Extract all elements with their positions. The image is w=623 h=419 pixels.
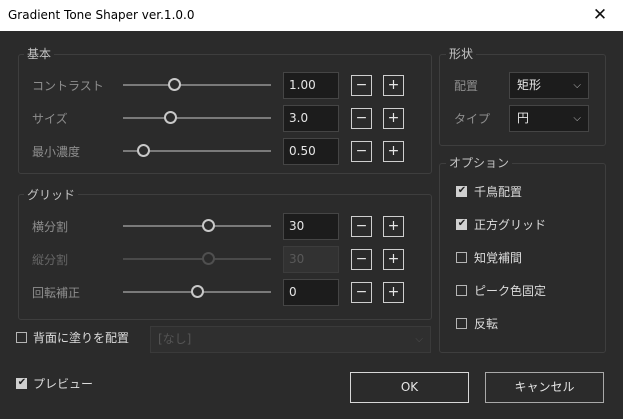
rotation-correction-input[interactable]: 0 — [283, 279, 339, 306]
chevron-down-icon: ⌵ — [573, 113, 581, 124]
horizontal-division-decrement-button[interactable]: − — [351, 216, 372, 237]
horizontal-division-label: 横分割 — [32, 220, 69, 234]
shape-group — [439, 54, 606, 146]
preview-checkbox[interactable]: ✔ — [16, 377, 27, 389]
grid-group-label: グリッド — [24, 188, 79, 202]
rotation-correction-decrement-button[interactable]: − — [351, 282, 372, 303]
ok-button[interactable]: OK — [350, 372, 469, 403]
vertical-division-slider-track — [123, 258, 271, 260]
options-group-label: オプション — [446, 156, 513, 170]
size-label: サイズ — [32, 112, 68, 126]
background-fill-checkbox[interactable] — [16, 332, 27, 343]
vertical-division-label: 縦分割 — [32, 253, 69, 267]
rotation-correction-label: 回転補正 — [32, 286, 81, 300]
horizontal-division-input[interactable]: 30 — [283, 213, 339, 240]
contrast-input[interactable]: 1.00 — [283, 72, 339, 99]
size-slider-track[interactable] — [123, 117, 271, 119]
placement-select[interactable]: 矩形 ⌵ — [509, 72, 589, 99]
contrast-decrement-button[interactable]: − — [351, 75, 372, 96]
rotation-correction-slider-thumb[interactable] — [190, 285, 204, 298]
type-label: タイプ — [454, 112, 491, 126]
basic-group-label: 基本 — [24, 47, 55, 61]
background-fill-select: [なし] ⌵ — [150, 326, 431, 353]
chevron-down-icon: ⌵ — [573, 80, 581, 91]
placement-label: 配置 — [454, 79, 479, 93]
window-title: Gradient Tone Shaper ver.1.0.0 — [8, 8, 195, 22]
peak-color-lock-label[interactable]: ピーク色固定 — [474, 284, 546, 298]
min-density-label: 最小濃度 — [32, 145, 81, 159]
contrast-slider-track[interactable] — [123, 84, 271, 86]
check-icon: ✔ — [17, 377, 27, 388]
min-density-input[interactable]: 0.50 — [283, 138, 339, 165]
min-density-increment-button[interactable]: + — [383, 141, 404, 162]
perceptual-interp-label[interactable]: 知覚補間 — [474, 251, 522, 265]
close-icon[interactable]: ✕ — [577, 0, 623, 31]
vertical-division-decrement-button[interactable]: − — [351, 249, 372, 270]
chevron-down-icon: ⌵ — [415, 334, 423, 345]
horizontal-division-increment-button[interactable]: + — [383, 216, 404, 237]
contrast-increment-button[interactable]: + — [383, 75, 404, 96]
horizontal-division-slider-track[interactable] — [123, 225, 271, 227]
rotation-correction-increment-button[interactable]: + — [383, 282, 404, 303]
preview-label[interactable]: プレビュー — [33, 377, 93, 391]
background-fill-value: [なし] — [158, 332, 192, 346]
type-select[interactable]: 円 ⌵ — [509, 105, 589, 132]
invert-checkbox[interactable] — [456, 318, 467, 329]
size-input[interactable]: 3.0 — [283, 105, 339, 132]
square-grid-label[interactable]: 正方グリッド — [474, 218, 546, 232]
check-icon: ✔ — [457, 218, 467, 229]
check-icon: ✔ — [457, 185, 467, 196]
shape-group-label: 形状 — [446, 47, 477, 61]
size-decrement-button[interactable]: − — [351, 108, 372, 129]
placement-value: 矩形 — [517, 78, 542, 92]
stagger-label[interactable]: 千鳥配置 — [474, 185, 522, 199]
contrast-label: コントラスト — [32, 79, 104, 93]
vertical-division-input: 30 — [283, 246, 339, 273]
stagger-checkbox[interactable]: ✔ — [456, 185, 467, 197]
title-bar: Gradient Tone Shaper ver.1.0.0 ✕ — [0, 0, 623, 31]
square-grid-checkbox[interactable]: ✔ — [456, 218, 467, 230]
size-slider-thumb[interactable] — [163, 111, 177, 124]
type-value: 円 — [517, 111, 530, 125]
background-fill-label[interactable]: 背面に塗りを配置 — [33, 331, 129, 345]
min-density-decrement-button[interactable]: − — [351, 141, 372, 162]
size-increment-button[interactable]: + — [383, 108, 404, 129]
invert-label[interactable]: 反転 — [474, 317, 498, 331]
vertical-division-increment-button[interactable]: + — [383, 249, 404, 270]
peak-color-lock-checkbox[interactable] — [456, 285, 467, 296]
perceptual-interp-checkbox[interactable] — [456, 252, 467, 263]
cancel-button[interactable]: キャンセル — [485, 372, 604, 403]
